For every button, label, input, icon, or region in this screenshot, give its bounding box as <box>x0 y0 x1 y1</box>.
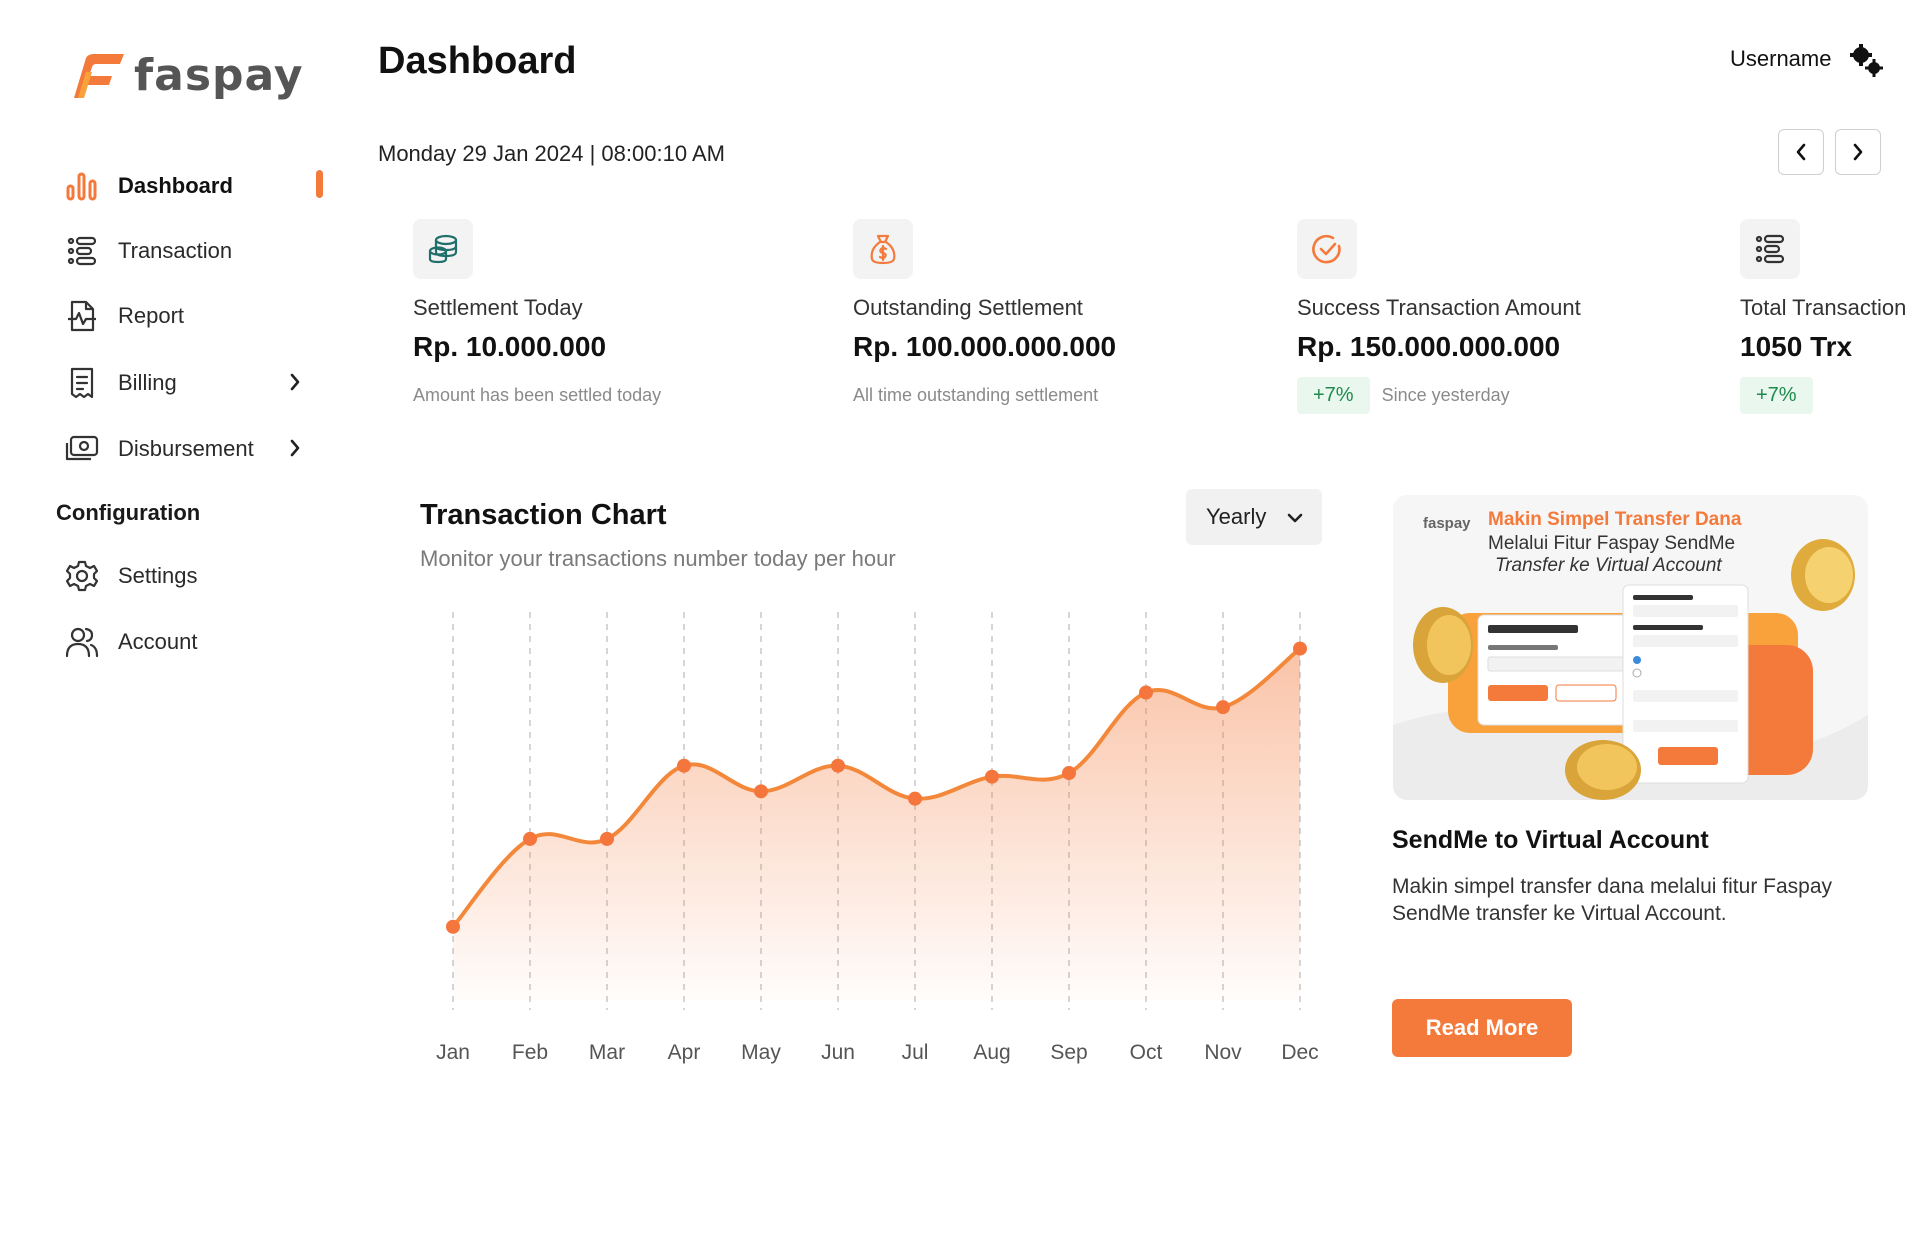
chart-data-point[interactable] <box>1216 700 1230 715</box>
sidebar-item-transaction[interactable]: Transaction <box>64 231 324 271</box>
chart-x-tick-label: May <box>741 1041 781 1064</box>
chart-data-point[interactable] <box>1062 766 1076 781</box>
previous-button[interactable] <box>1778 129 1824 175</box>
stat-value: 1050 Trx <box>1740 331 1853 362</box>
promo-title: SendMe to Virtual Account <box>1392 826 1709 854</box>
faspay-logo-icon <box>74 53 124 98</box>
gear-icon <box>64 558 100 594</box>
chart-x-tick-label: Dec <box>1281 1041 1318 1064</box>
chevron-right-icon <box>288 437 302 464</box>
promo-banner-image[interactable]: faspay Makin Simpel Transfer Dana Melalu… <box>1393 495 1868 800</box>
next-button[interactable] <box>1835 129 1881 175</box>
sidebar: faspay Dashboard Transaction Report Bill… <box>0 0 340 1246</box>
coins-icon <box>413 219 473 279</box>
chart-x-tick-label: Jan <box>436 1041 470 1064</box>
chart-x-tick-label: Aug <box>973 1041 1010 1064</box>
stat-value: Rp. 100.000.000.000 <box>853 331 1117 362</box>
page-title: Dashboard <box>378 40 577 82</box>
configuration-heading: Configuration <box>56 500 201 525</box>
period-dropdown[interactable]: Yearly <box>1186 489 1322 545</box>
chart-x-tick-label: Feb <box>512 1041 548 1064</box>
chart-x-tick-label: Apr <box>668 1041 701 1064</box>
promo-description: Makin simpel transfer dana melalui fitur… <box>1392 875 1833 925</box>
receipt-icon <box>64 365 100 401</box>
sidebar-item-label: Report <box>118 303 185 328</box>
chart-x-tick-label: Mar <box>589 1041 625 1064</box>
stat-total-transaction: Total Transaction 1050 Trx +7% <box>1740 219 1906 414</box>
stat-label: Success Transaction Amount <box>1297 295 1581 320</box>
stat-success-transaction: Success Transaction Amount Rp. 150.000.0… <box>1297 219 1581 414</box>
stat-note: Amount has been settled today <box>413 385 662 405</box>
current-datetime: Monday 29 Jan 2024 | 08:00:10 AM <box>378 141 725 166</box>
stat-label: Total Transaction <box>1740 295 1907 320</box>
list-icon <box>64 233 100 269</box>
report-icon <box>64 298 100 334</box>
chart-data-point[interactable] <box>1139 685 1153 700</box>
sidebar-item-disbursement[interactable]: Disbursement <box>64 429 324 469</box>
username-label[interactable]: Username <box>1730 46 1831 72</box>
chart-x-tick-label: Jun <box>821 1041 855 1064</box>
chart-data-point[interactable] <box>600 831 614 846</box>
stat-value: Rp. 150.000.000.000 <box>1297 331 1561 362</box>
stat-value: Rp. 10.000.000 <box>413 331 607 362</box>
stat-note: All time outstanding settlement <box>853 385 1099 405</box>
check-circle-icon <box>1297 219 1357 279</box>
chevron-left-icon <box>1796 143 1806 161</box>
chart-data-point[interactable] <box>985 769 999 784</box>
active-indicator <box>316 170 323 198</box>
settings-gears-icon[interactable] <box>1850 44 1884 83</box>
chart-x-tick-label: Sep <box>1050 1041 1087 1064</box>
chevron-down-icon <box>1286 507 1304 533</box>
stat-label: Outstanding Settlement <box>853 295 1083 320</box>
chart-area-fill <box>453 648 1300 1000</box>
chevron-right-icon <box>288 371 302 398</box>
sidebar-item-label: Dashboard <box>118 173 233 198</box>
chevron-right-icon <box>1853 143 1863 161</box>
sidebar-item-billing[interactable]: Billing <box>64 363 324 403</box>
stat-note: Since yesterday <box>1381 385 1510 405</box>
chart-x-tick-label: Jul <box>902 1041 929 1064</box>
chart-title: Transaction Chart <box>420 499 667 531</box>
sidebar-item-label: Transaction <box>118 238 233 263</box>
chart-x-tick-label: Nov <box>1204 1041 1242 1064</box>
faspay-logo[interactable]: faspay <box>66 50 304 101</box>
chart-data-point[interactable] <box>677 758 691 773</box>
chart-data-point[interactable] <box>908 791 922 806</box>
sidebar-item-dashboard[interactable]: Dashboard <box>64 166 324 206</box>
bar-chart-icon <box>64 168 100 204</box>
money-bag-icon <box>853 219 913 279</box>
sidebar-item-account[interactable]: Account <box>64 622 324 662</box>
sidebar-item-settings[interactable]: Settings <box>64 556 324 596</box>
sidebar-item-report[interactable]: Report <box>64 296 324 336</box>
period-selected: Yearly <box>1206 504 1267 529</box>
sidebar-item-label: Disbursement <box>118 436 254 461</box>
chart-data-point[interactable] <box>831 758 845 773</box>
stat-settlement-today: Settlement Today Rp. 10.000.000 Amount h… <box>413 219 661 406</box>
chart-data-point[interactable] <box>523 831 537 846</box>
chart-data-point[interactable] <box>754 784 768 799</box>
money-icon <box>64 431 100 467</box>
users-icon <box>64 624 100 660</box>
stat-outstanding-settlement: Outstanding Settlement Rp. 100.000.000.0… <box>853 219 1116 406</box>
sidebar-item-label: Account <box>118 629 198 654</box>
list-icon <box>1740 219 1800 279</box>
logo-text: faspay <box>134 50 304 101</box>
sidebar-item-label: Billing <box>118 370 177 395</box>
sidebar-item-label: Settings <box>118 563 198 588</box>
chart-data-point[interactable] <box>446 919 460 934</box>
chart-x-tick-label: Oct <box>1130 1041 1163 1064</box>
change-badge: +7% <box>1297 377 1370 414</box>
transaction-chart: Jan Feb Mar Apr May Jun Jul Aug Sep Oct Nov Dec <box>436 612 1319 1064</box>
chart-subtitle: Monitor your transactions number today p… <box>420 546 896 571</box>
promo-illustration <box>1393 539 1868 800</box>
change-badge: +7% <box>1740 377 1813 414</box>
chart-data-point[interactable] <box>1293 641 1307 656</box>
stat-label: Settlement Today <box>413 295 583 320</box>
read-more-button[interactable]: Read More <box>1392 999 1572 1057</box>
